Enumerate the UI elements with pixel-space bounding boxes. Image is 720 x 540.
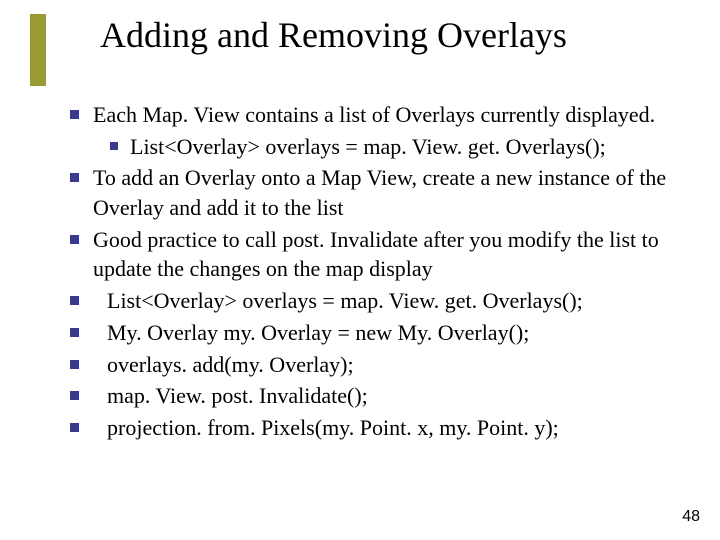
slide-title: Adding and Removing Overlays [100, 16, 567, 56]
bullet-icon [70, 360, 79, 369]
list-item: map. View. post. Invalidate(); [70, 381, 680, 411]
slide: Adding and Removing Overlays Each Map. V… [0, 0, 720, 540]
list-item: List<Overlay> overlays = map. View. get.… [70, 286, 680, 316]
bullet-icon [70, 328, 79, 337]
list-item: projection. from. Pixels(my. Point. x, m… [70, 413, 680, 443]
sub-list: List<Overlay> overlays = map. View. get.… [110, 132, 680, 162]
bullet-icon [70, 423, 79, 432]
list-item-text: Good practice to call post. Invalidate a… [93, 225, 680, 284]
bullet-icon [110, 142, 118, 150]
bullet-icon [70, 235, 79, 244]
sub-list-item-text: List<Overlay> overlays = map. View. get.… [130, 132, 680, 162]
bullet-icon [70, 296, 79, 305]
list-item: To add an Overlay onto a Map View, creat… [70, 163, 680, 222]
list-item-text: Each Map. View contains a list of Overla… [93, 100, 680, 130]
list-item-text: map. View. post. Invalidate(); [93, 381, 680, 411]
list-item-text: My. Overlay my. Overlay = new My. Overla… [93, 318, 680, 348]
bullet-icon [70, 110, 79, 119]
list-item-text: overlays. add(my. Overlay); [93, 350, 680, 380]
bullet-icon [70, 391, 79, 400]
accent-bar [30, 14, 46, 86]
bullet-icon [70, 173, 79, 182]
list-item-text: List<Overlay> overlays = map. View. get.… [93, 286, 680, 316]
list-item: My. Overlay my. Overlay = new My. Overla… [70, 318, 680, 348]
slide-body: Each Map. View contains a list of Overla… [70, 100, 680, 445]
list-item: Good practice to call post. Invalidate a… [70, 225, 680, 284]
page-number: 48 [682, 508, 700, 526]
list-item: Each Map. View contains a list of Overla… [70, 100, 680, 130]
sub-list-item: List<Overlay> overlays = map. View. get.… [110, 132, 680, 162]
list-item-text: To add an Overlay onto a Map View, creat… [93, 163, 680, 222]
list-item: overlays. add(my. Overlay); [70, 350, 680, 380]
list-item-text: projection. from. Pixels(my. Point. x, m… [93, 413, 680, 443]
